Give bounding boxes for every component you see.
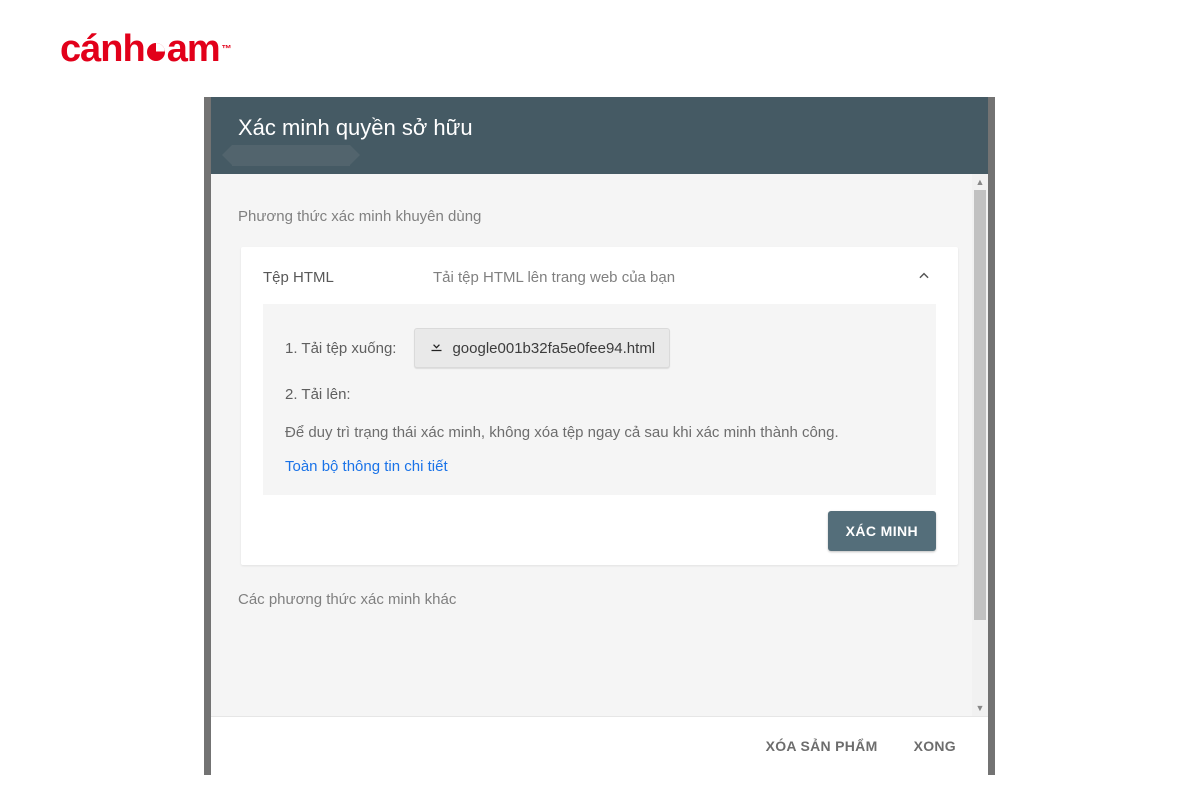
step-1-row: 1. Tải tệp xuống: google001b32fa5e0fee94… [285,328,914,368]
card-subtitle: Tải tệp HTML lên trang web của bạn [433,269,912,286]
dialog-body: Phương thức xác minh khuyên dùng Tệp HTM… [211,174,988,716]
step-2-row: 2. Tải lên: [285,386,914,403]
other-methods-label: Các phương thức xác minh khác [211,575,988,610]
html-file-card: Tệp HTML Tải tệp HTML lên trang web của … [241,247,958,565]
download-file-button[interactable]: google001b32fa5e0fee94.html [414,328,670,368]
scrollbar-thumb[interactable] [974,190,986,620]
card-title: Tệp HTML [263,269,433,286]
brand-text-left: cánh [60,28,145,71]
recommended-method-label: Phương thức xác minh khuyên dùng [211,174,988,227]
dialog-header: Xác minh quyền sở hữu [211,97,988,174]
brand-text-right: am [167,28,220,71]
remove-product-button[interactable]: XÓA SẢN PHẨM [766,738,878,754]
header-ribbon-decoration [232,145,350,166]
dialog-title: Xác minh quyền sở hữu [238,115,473,141]
scroll-down-icon[interactable]: ▼ [972,700,988,716]
verify-row: XÁC MINH [241,507,958,551]
collapse-icon[interactable] [912,269,936,286]
done-button[interactable]: XONG [914,738,956,754]
dialog-footer: XÓA SẢN PHẨM XONG [211,716,988,775]
step-1-label: 1. Tải tệp xuống: [285,340,396,357]
card-header[interactable]: Tệp HTML Tải tệp HTML lên trang web của … [241,247,958,304]
download-icon [429,338,444,358]
download-filename: google001b32fa5e0fee94.html [452,340,655,357]
scrollbar-track[interactable]: ▲ ▼ [972,174,988,716]
full-details-link[interactable]: Toàn bộ thông tin chi tiết [285,458,914,475]
step-2-redacted-area [355,388,555,402]
steps-panel: 1. Tải tệp xuống: google001b32fa5e0fee94… [263,304,936,495]
step-2-label: 2. Tải lên: [285,386,351,403]
verify-ownership-dialog: Xác minh quyền sở hữu Phương thức xác mi… [211,97,988,775]
brand-dot-icon [147,43,165,61]
verification-note: Để duy trì trạng thái xác minh, không xó… [285,421,914,444]
brand-logo: cánh am ™ [60,28,231,71]
trademark-icon: ™ [222,44,231,55]
scroll-up-icon[interactable]: ▲ [972,174,988,190]
verify-button[interactable]: XÁC MINH [828,511,936,551]
